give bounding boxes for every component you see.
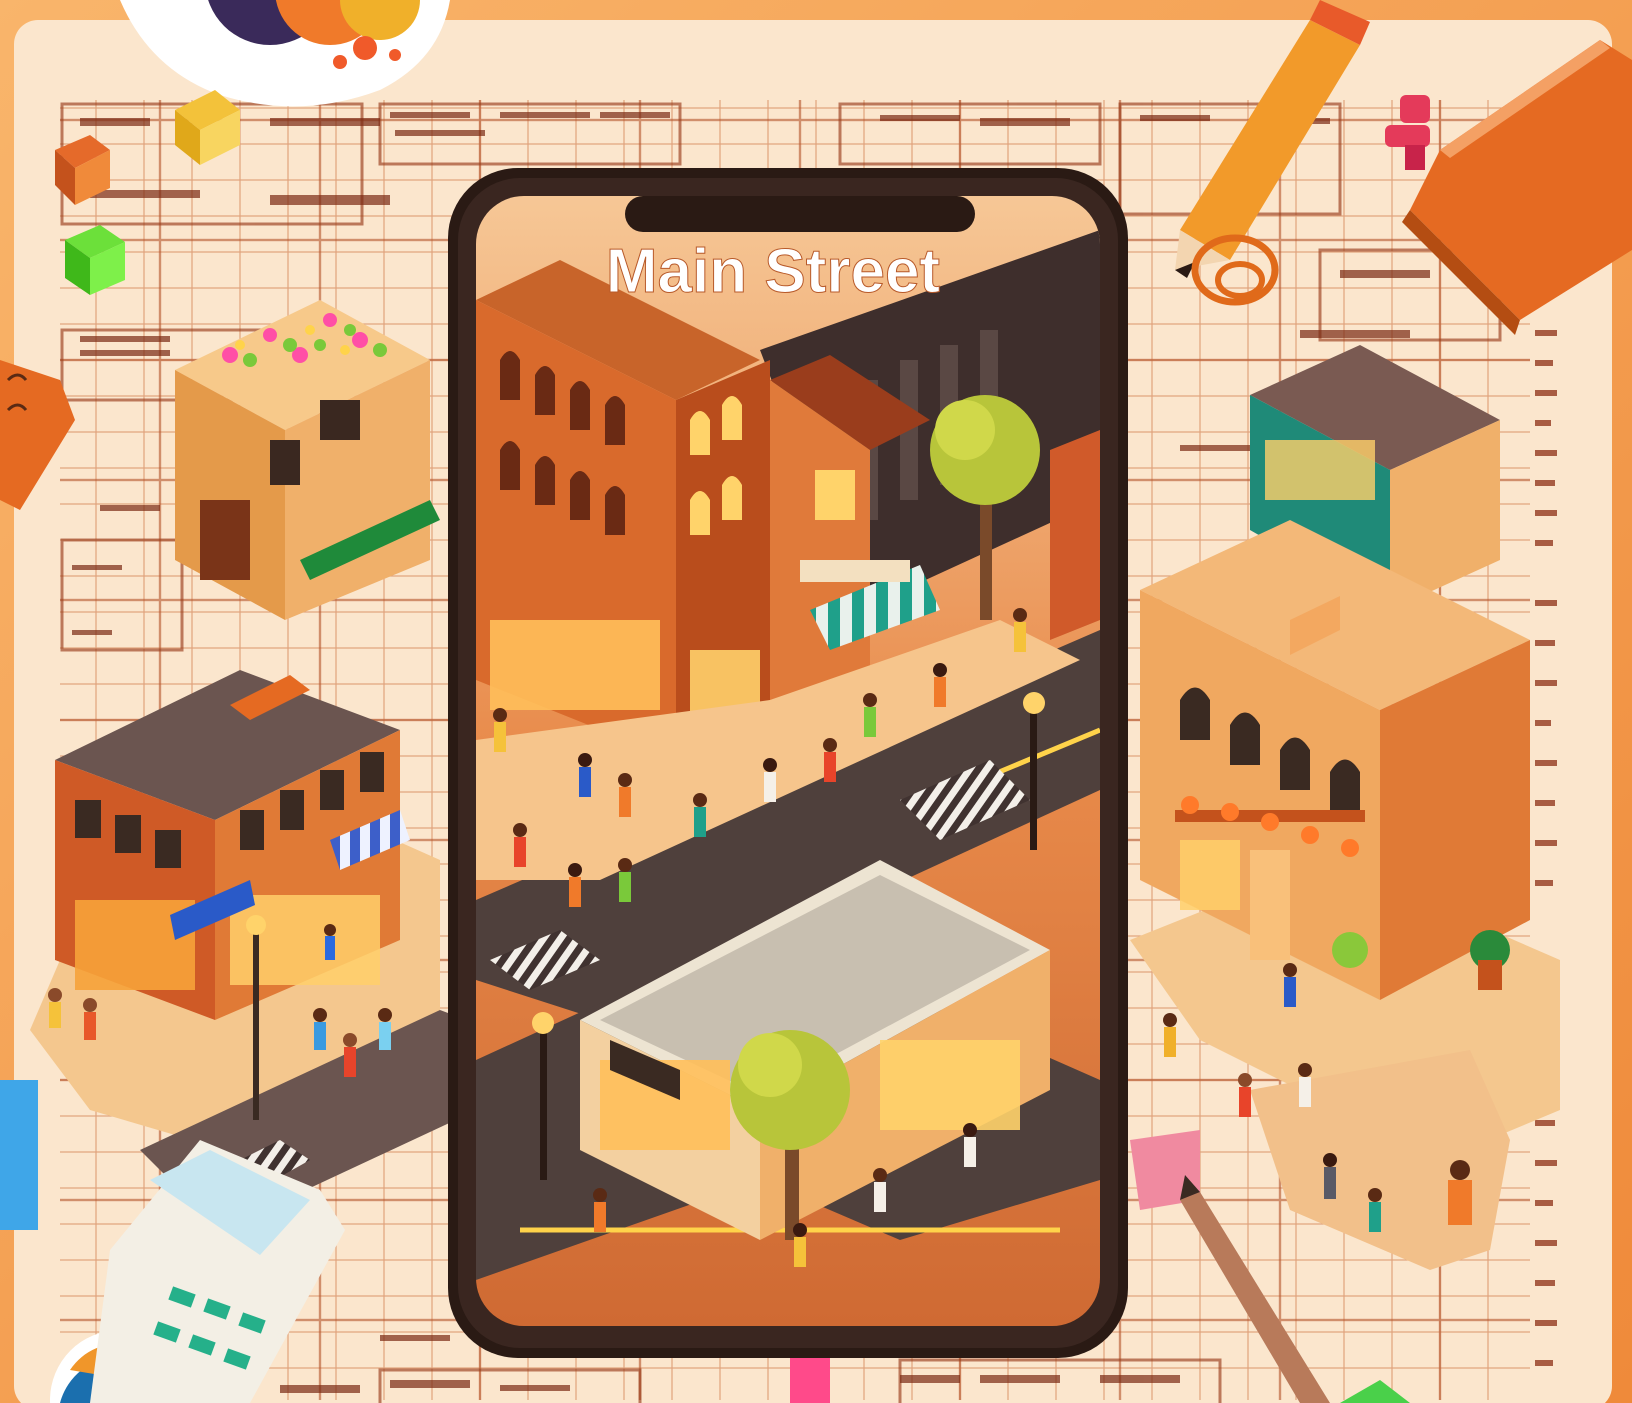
phone-title: Main Street bbox=[606, 237, 940, 306]
sticky-tab-pink bbox=[790, 1355, 830, 1403]
phone-screen bbox=[476, 196, 1100, 1326]
illustration: Main Street bbox=[0, 0, 1632, 1403]
sticky-note-blue bbox=[0, 1080, 38, 1230]
